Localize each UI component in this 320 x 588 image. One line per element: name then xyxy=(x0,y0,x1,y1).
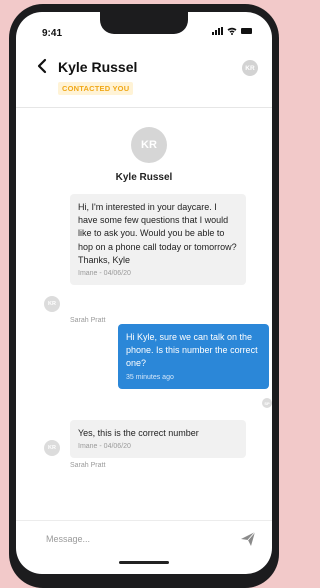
sender-name: Sarah Pratt xyxy=(70,317,106,324)
message-meta: 35 minutes ago xyxy=(126,373,174,381)
message-bubble-outgoing: Hi Kyle, sure we can talk on the phone. … xyxy=(118,324,269,389)
message-text: Hi Kyle, sure we can talk on the phone. … xyxy=(126,332,258,369)
message-bubble-incoming: Yes, this is the correct number Imane - … xyxy=(70,420,246,459)
status-time: 9:41 xyxy=(42,28,63,39)
contact-name: Kyle Russel xyxy=(58,59,138,75)
message-meta: Imane - 04/06/20 xyxy=(78,270,131,278)
phone-frame: 9:41 Kyle Russel CONTACTED YOU KR KR Kyl… xyxy=(9,4,279,588)
profile-avatar: KR xyxy=(131,127,167,163)
message-bubble-incoming: Hi, I'm interested in your daycare. I ha… xyxy=(70,194,246,286)
message-meta: Imane - 04/06/20 xyxy=(78,443,131,451)
message-text: Yes, this is the correct number xyxy=(78,428,199,438)
signal-icon xyxy=(212,27,223,35)
message-text: Hi, I'm interested in your daycare. I ha… xyxy=(78,202,237,265)
sender-avatar: KR xyxy=(44,296,60,312)
message-input[interactable] xyxy=(46,529,226,549)
sender-avatar: KR xyxy=(44,440,60,456)
wifi-icon xyxy=(227,27,237,35)
chat-header: Kyle Russel CONTACTED YOU KR xyxy=(16,52,272,108)
camera-notch xyxy=(100,12,188,34)
profile-name: Kyle Russel xyxy=(115,172,173,183)
sender-name: Sarah Pratt xyxy=(70,462,106,469)
send-icon[interactable] xyxy=(240,531,256,547)
message-composer xyxy=(16,520,272,558)
battery-icon xyxy=(241,28,252,34)
back-arrow-icon[interactable] xyxy=(36,58,50,74)
read-receipt-avatar: SP xyxy=(262,398,272,408)
screen: 9:41 Kyle Russel CONTACTED YOU KR KR Kyl… xyxy=(16,12,272,574)
home-indicator xyxy=(119,561,169,564)
status-badge: CONTACTED YOU xyxy=(58,82,134,95)
header-avatar[interactable]: KR xyxy=(242,60,258,76)
status-icons xyxy=(212,27,252,35)
